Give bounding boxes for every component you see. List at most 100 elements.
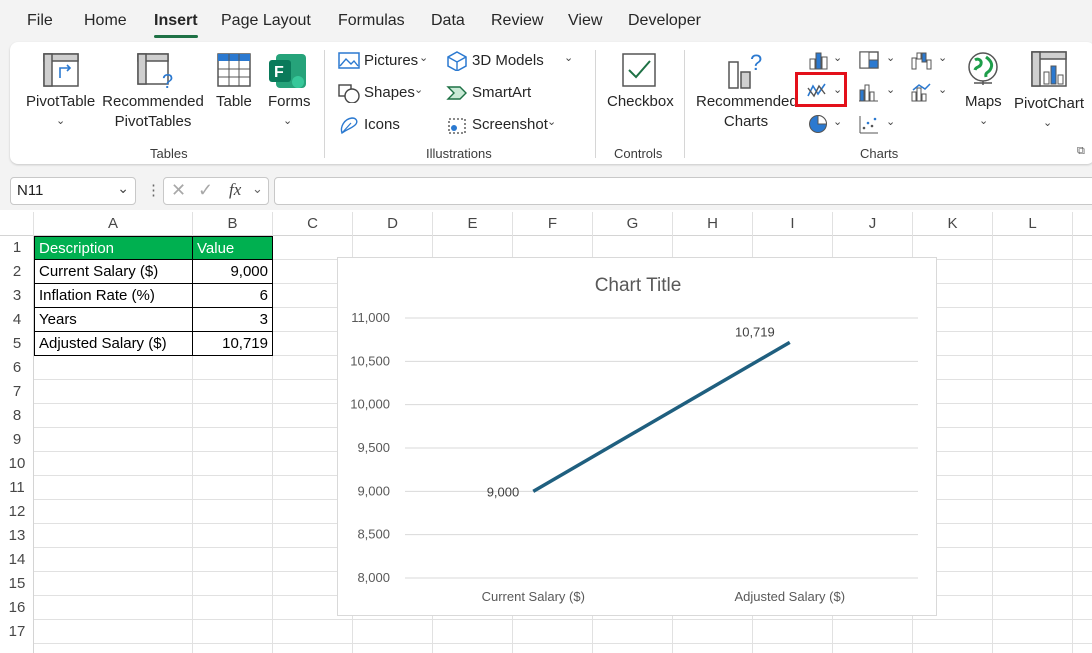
table-cell[interactable]: Years	[34, 308, 193, 332]
table-cell[interactable]: Inflation Rate (%)	[34, 284, 193, 308]
name-box[interactable]: N11 ⌄	[10, 177, 136, 205]
formula-input[interactable]	[274, 177, 1092, 205]
recommended-pivottables-line2[interactable]: PivotTables	[102, 113, 204, 130]
row-header[interactable]: 5	[0, 332, 34, 356]
tab-formulas[interactable]: Formulas	[338, 12, 405, 30]
column-header[interactable]: J	[833, 212, 913, 236]
table-button[interactable]: Table	[216, 93, 252, 110]
forms-button[interactable]: Forms	[268, 93, 311, 110]
chevron-down-icon[interactable]: ⌄	[979, 114, 988, 127]
recommended-pivottables-line1[interactable]: Recommended	[102, 93, 204, 110]
3d-models-button[interactable]: 3D Models	[472, 52, 544, 69]
tab-developer[interactable]: Developer	[628, 12, 701, 30]
chevron-down-icon[interactable]: ⌄	[547, 115, 556, 128]
row-header[interactable]: 4	[0, 308, 34, 332]
hierarchy-chart-icon[interactable]	[858, 50, 880, 70]
pie-chart-icon[interactable]	[808, 113, 830, 133]
chart-title[interactable]: Chart Title	[595, 275, 682, 296]
row-header[interactable]: 15	[0, 572, 34, 596]
column-header[interactable]: H	[673, 212, 753, 236]
maps-button[interactable]: Maps	[965, 93, 1002, 110]
row-header[interactable]: 12	[0, 500, 34, 524]
row-header[interactable]: 1	[0, 236, 34, 260]
column-chart-icon[interactable]	[808, 50, 830, 70]
checkbox-button[interactable]: Checkbox	[607, 93, 674, 110]
chevron-down-icon[interactable]: ⌄	[117, 180, 129, 197]
chevron-down-icon[interactable]: ⌄	[283, 114, 292, 127]
confirm-icon[interactable]: ✓	[198, 180, 213, 201]
row-header[interactable]: 13	[0, 524, 34, 548]
chevron-down-icon[interactable]: ⌄	[1043, 116, 1052, 129]
cancel-icon[interactable]: ✕	[171, 180, 186, 201]
line-chart[interactable]: Chart Title 8,000 8,500 9,000 9,500 10,000 10…	[337, 257, 937, 616]
table-cell[interactable]: 10,719	[193, 332, 273, 356]
column-header[interactable]: F	[513, 212, 593, 236]
row-header[interactable]: 16	[0, 596, 34, 620]
pivottable-button[interactable]: PivotTable	[26, 93, 95, 110]
table-header-cell[interactable]: Value	[193, 236, 273, 260]
pivotchart-button[interactable]: PivotChart	[1014, 95, 1084, 112]
chevron-down-icon[interactable]: ⌄	[833, 51, 842, 64]
tab-page-layout[interactable]: Page Layout	[221, 12, 311, 30]
tab-file[interactable]: File	[27, 12, 53, 30]
chevron-down-icon[interactable]: ⌄	[886, 51, 895, 64]
table-header-cell[interactable]: Description	[34, 236, 193, 260]
smartart-button[interactable]: SmartArt	[472, 84, 531, 101]
combo-chart-icon[interactable]	[910, 82, 932, 102]
column-header[interactable]: K	[913, 212, 993, 236]
more-options-icon[interactable]: ⋮	[146, 181, 161, 199]
column-header[interactable]: L	[993, 212, 1073, 236]
column-header[interactable]: G	[593, 212, 673, 236]
statistic-chart-icon[interactable]	[858, 82, 880, 102]
chevron-down-icon[interactable]: ⌄	[56, 114, 65, 127]
chevron-down-icon[interactable]: ⌄	[938, 51, 947, 64]
recommended-charts-line2[interactable]: Charts	[696, 113, 796, 130]
chevron-down-icon[interactable]: ⌄	[419, 51, 428, 64]
scatter-chart-icon[interactable]	[858, 114, 880, 134]
chevron-down-icon[interactable]: ⌄	[886, 115, 895, 128]
table-cell[interactable]: 9,000	[193, 260, 273, 284]
chevron-down-icon[interactable]: ⌄	[414, 83, 423, 96]
pictures-button[interactable]: Pictures	[364, 52, 418, 69]
row-header[interactable]: 17	[0, 620, 34, 644]
column-header[interactable]: B	[193, 212, 273, 236]
row-header[interactable]: 7	[0, 380, 34, 404]
column-header[interactable]: D	[353, 212, 433, 236]
row-header[interactable]: 2	[0, 260, 34, 284]
table-cell[interactable]: Adjusted Salary ($)	[34, 332, 193, 356]
screenshot-button[interactable]: Screenshot	[472, 116, 548, 133]
select-all-corner[interactable]	[0, 212, 34, 236]
dialog-launcher-icon[interactable]: ⧉	[1077, 145, 1085, 158]
tab-insert[interactable]: Insert	[154, 12, 198, 38]
column-header[interactable]: C	[273, 212, 353, 236]
chevron-down-icon[interactable]: ⌄	[564, 51, 573, 64]
row-header[interactable]: 11	[0, 476, 34, 500]
x-tick-label: Adjusted Salary ($)	[734, 589, 845, 604]
row-header[interactable]: 8	[0, 404, 34, 428]
formula-buttons: ✕ ✓ fx ⌄	[163, 177, 269, 205]
tab-data[interactable]: Data	[431, 12, 465, 30]
row-header[interactable]: 6	[0, 356, 34, 380]
shapes-button[interactable]: Shapes	[364, 84, 415, 101]
recommended-charts-line1[interactable]: Recommended	[696, 93, 798, 110]
chevron-down-icon[interactable]: ⌄	[833, 115, 842, 128]
row-header[interactable]: 9	[0, 428, 34, 452]
row-header[interactable]: 10	[0, 452, 34, 476]
chevron-down-icon[interactable]: ⌄	[886, 83, 895, 96]
tab-home[interactable]: Home	[84, 12, 127, 30]
column-header[interactable]: A	[34, 212, 193, 236]
chevron-down-icon[interactable]: ⌄	[252, 181, 263, 197]
column-header[interactable]: E	[433, 212, 513, 236]
table-cell[interactable]: 3	[193, 308, 273, 332]
tab-view[interactable]: View	[568, 12, 602, 30]
table-cell[interactable]: 6	[193, 284, 273, 308]
column-header[interactable]: I	[753, 212, 833, 236]
insert-function-button[interactable]: fx	[229, 180, 241, 200]
tab-review[interactable]: Review	[491, 12, 543, 30]
table-cell[interactable]: Current Salary ($)	[34, 260, 193, 284]
row-header[interactable]: 14	[0, 548, 34, 572]
icons-button[interactable]: Icons	[364, 116, 400, 133]
waterfall-chart-icon[interactable]	[910, 50, 932, 70]
row-header[interactable]: 3	[0, 284, 34, 308]
chevron-down-icon[interactable]: ⌄	[938, 83, 947, 96]
